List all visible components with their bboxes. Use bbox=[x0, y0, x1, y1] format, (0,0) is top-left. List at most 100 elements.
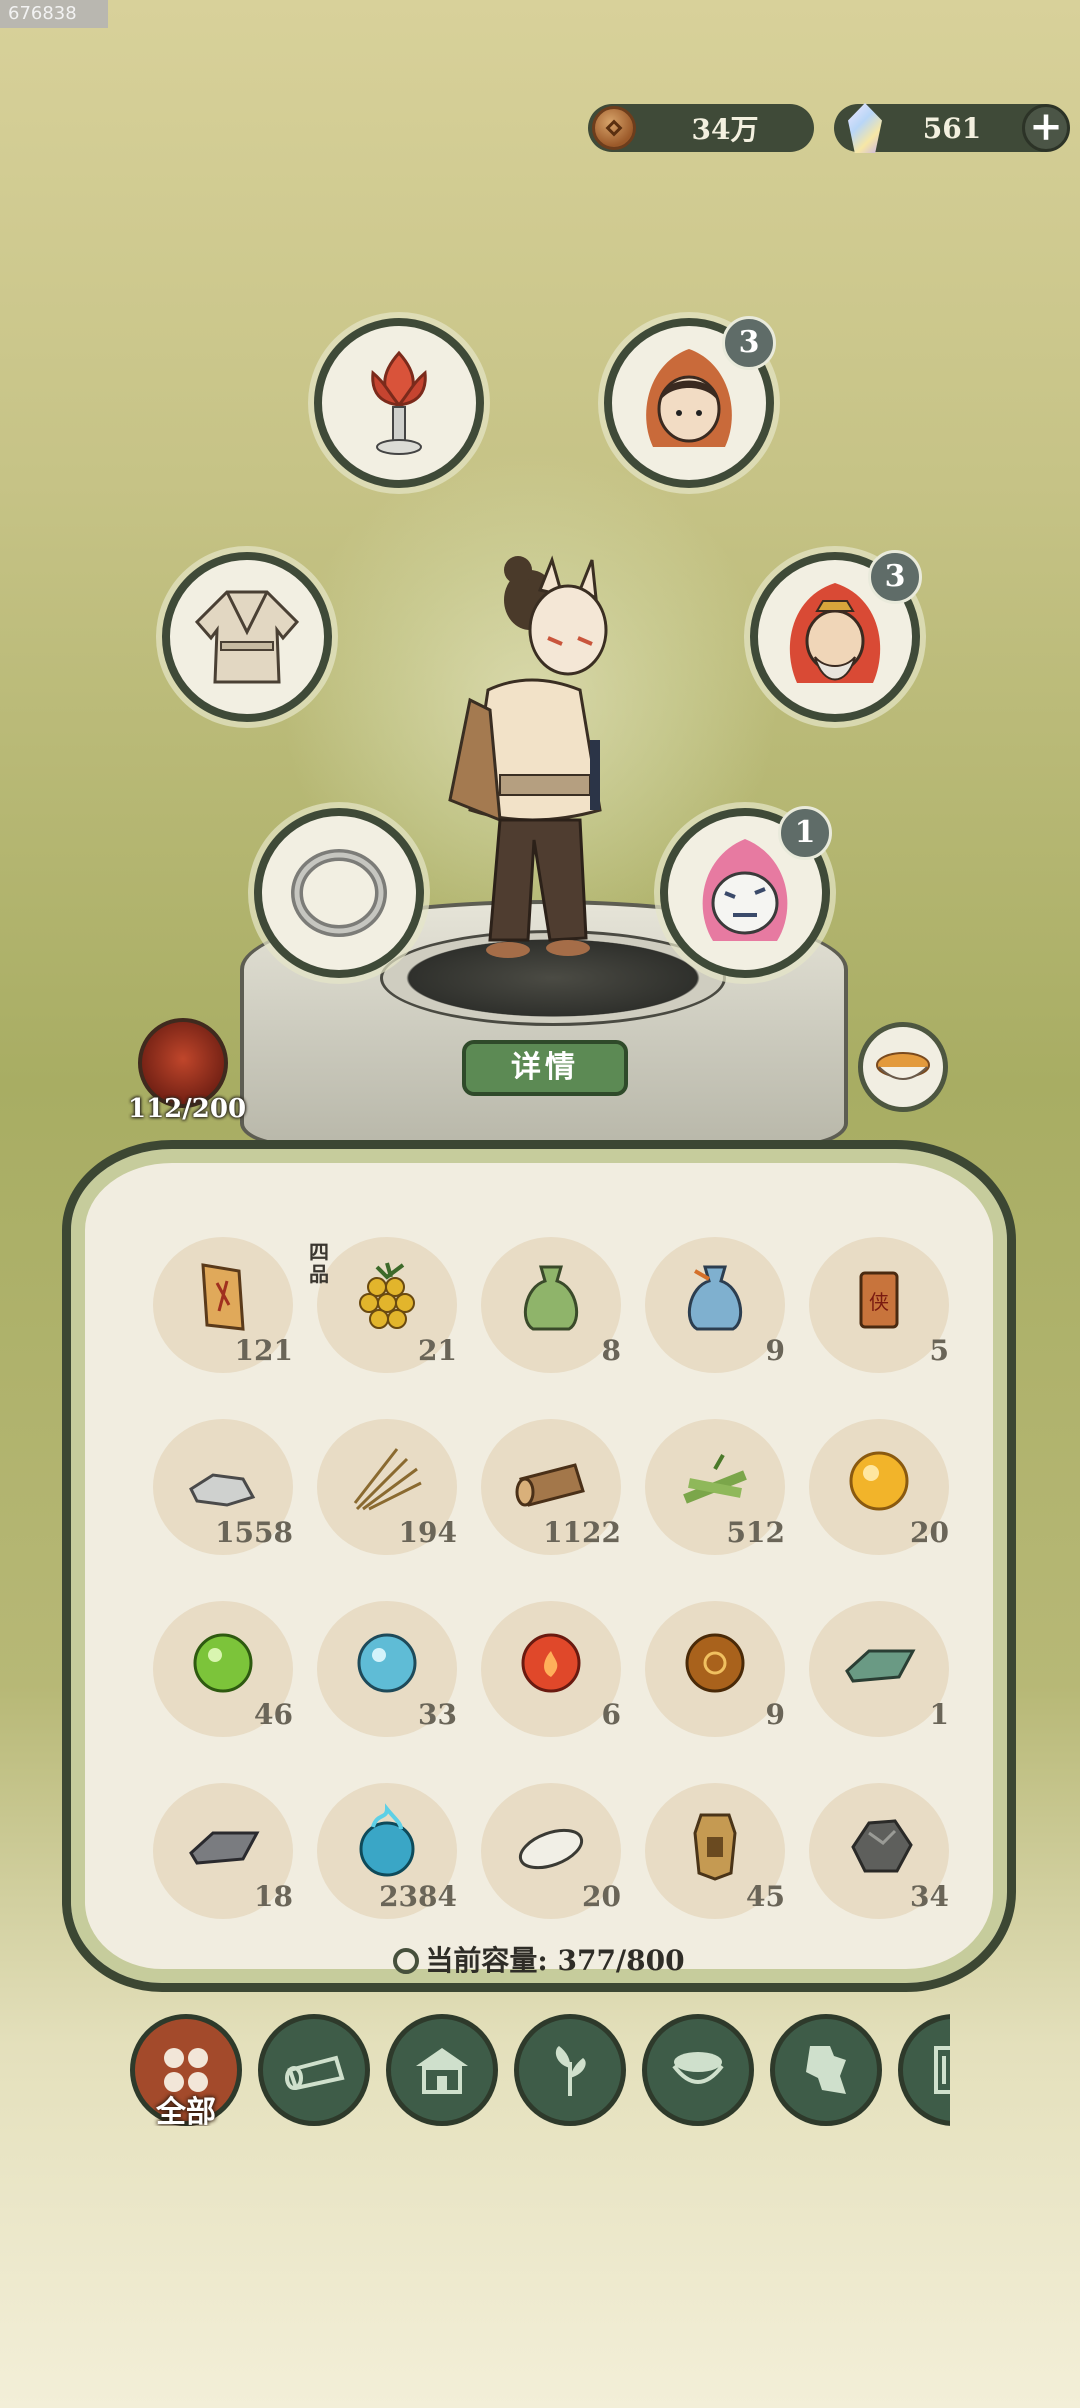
detail-button[interactable]: 详情 bbox=[462, 1040, 628, 1096]
inventory-slot[interactable]: 512 bbox=[645, 1419, 785, 1555]
item-qty: 9 bbox=[765, 1698, 785, 1731]
green-orb-icon bbox=[193, 1633, 253, 1693]
inventory-slot[interactable]: 四品 21 bbox=[309, 1237, 457, 1373]
inventory-slot[interactable]: 侠 5 bbox=[809, 1237, 949, 1373]
item-qty: 45 bbox=[746, 1880, 785, 1913]
item-qty: 8 bbox=[601, 1334, 621, 1367]
puzzle-tab-icon bbox=[806, 2046, 846, 2094]
food-bowl-icon bbox=[876, 1052, 930, 1080]
tab-herbs[interactable] bbox=[514, 2014, 626, 2126]
item-qty: 46 bbox=[254, 1698, 293, 1731]
inventory-slot[interactable]: 20 bbox=[481, 1783, 621, 1919]
item-qty: 33 bbox=[418, 1698, 457, 1731]
item-qty: 1 bbox=[929, 1698, 949, 1731]
white-stone-icon bbox=[518, 1828, 584, 1870]
bowl-tab-icon bbox=[672, 2052, 724, 2084]
inventory-slot[interactable]: 8 bbox=[481, 1237, 621, 1373]
coin-value: 34万 bbox=[691, 113, 759, 146]
brown-orb-icon bbox=[685, 1633, 745, 1693]
item-grade: 四品 bbox=[309, 1240, 329, 1286]
coin-icon bbox=[592, 106, 636, 150]
plus-icon[interactable]: + bbox=[1022, 104, 1070, 152]
grape-icon bbox=[359, 1262, 415, 1329]
house-tab-icon bbox=[416, 2048, 468, 2094]
ore-icon bbox=[851, 1819, 913, 1873]
plaque-icon bbox=[693, 1813, 737, 1881]
gem-value: 561 bbox=[922, 111, 982, 145]
tab-food[interactable] bbox=[642, 2014, 754, 2126]
capacity-text: 当前容量: 377/800 bbox=[425, 1944, 685, 1977]
inventory-slot[interactable]: 194 bbox=[317, 1419, 457, 1555]
scroll-icon bbox=[201, 1263, 245, 1331]
inventory-slot[interactable]: 2384 bbox=[317, 1783, 457, 1919]
tab-materials[interactable] bbox=[258, 2014, 370, 2126]
tab-books[interactable] bbox=[898, 2014, 950, 2126]
slot-ring[interactable] bbox=[254, 808, 424, 978]
item-qty: 512 bbox=[726, 1516, 785, 1549]
item-qty: 21 bbox=[418, 1334, 457, 1367]
jade-ingot-icon bbox=[845, 1649, 916, 1683]
iron-ingot-icon bbox=[189, 1831, 260, 1865]
inventory-slot[interactable]: 6 bbox=[481, 1601, 621, 1737]
log-tab-icon bbox=[285, 2055, 345, 2090]
inventory-slot[interactable]: 45 bbox=[645, 1783, 785, 1919]
item-qty: 2384 bbox=[379, 1880, 457, 1913]
book-tab-icon bbox=[934, 2046, 950, 2094]
capacity-icon bbox=[393, 1948, 420, 1974]
bamboo-icon bbox=[683, 1454, 747, 1504]
tab-buildings[interactable] bbox=[386, 2014, 498, 2126]
inventory-slot[interactable]: 9 bbox=[645, 1601, 785, 1737]
log-icon bbox=[515, 1463, 585, 1507]
item-qty: 1122 bbox=[543, 1516, 621, 1549]
green-pouch-icon bbox=[523, 1265, 579, 1331]
svg-text:侠: 侠 bbox=[869, 1290, 889, 1314]
inventory-slot[interactable]: 121 bbox=[153, 1237, 293, 1373]
grass-icon bbox=[353, 1448, 422, 1511]
inventory-slot[interactable]: 9 bbox=[645, 1237, 785, 1373]
inventory-slot[interactable]: 46 bbox=[153, 1601, 293, 1737]
inventory-grid: 121 四品 21 8 9 侠 5 1558 194 1122 512 20 4… bbox=[153, 1237, 953, 1919]
red-orb-icon bbox=[521, 1633, 581, 1693]
slot-companion-girl[interactable]: 3 bbox=[604, 316, 776, 488]
item-qty: 6 bbox=[601, 1698, 621, 1731]
item-qty: 1558 bbox=[215, 1516, 293, 1549]
inventory-slot[interactable]: 34 bbox=[809, 1783, 949, 1919]
item-qty: 34 bbox=[910, 1880, 949, 1913]
stone-icon bbox=[189, 1473, 256, 1507]
lotus-lamp-icon bbox=[371, 350, 427, 455]
pet-count: 112/200 bbox=[128, 1094, 247, 1124]
category-tabs: 全部 bbox=[130, 2014, 950, 2126]
blue-orb-icon bbox=[357, 1633, 417, 1693]
item-qty: 9 bbox=[765, 1334, 785, 1367]
gem-icon bbox=[848, 103, 882, 153]
tab-fragments[interactable] bbox=[770, 2014, 882, 2126]
item-qty: 20 bbox=[582, 1880, 621, 1913]
tab-all[interactable]: 全部 bbox=[130, 2014, 242, 2126]
inventory-slot[interactable]: 20 bbox=[809, 1419, 949, 1555]
slot-white-tiger[interactable]: 1 bbox=[660, 806, 832, 978]
slot-lotus-lamp[interactable] bbox=[314, 318, 484, 488]
corner-id: 676838 bbox=[0, 0, 108, 28]
inventory-slot[interactable]: 33 bbox=[317, 1601, 457, 1737]
inventory-slot[interactable]: 1558 bbox=[153, 1419, 293, 1555]
token-icon: 侠 bbox=[859, 1271, 899, 1329]
girl-badge: 3 bbox=[722, 316, 776, 370]
slot-companion-elder[interactable]: 3 bbox=[750, 550, 922, 722]
coin-counter: 34万 bbox=[588, 104, 814, 152]
inventory-slot[interactable]: 1122 bbox=[481, 1419, 621, 1555]
inventory-slot[interactable]: 1 bbox=[809, 1601, 949, 1737]
item-qty: 18 bbox=[254, 1880, 293, 1913]
item-qty: 194 bbox=[398, 1516, 457, 1549]
item-qty: 5 bbox=[929, 1334, 949, 1367]
item-qty: 20 bbox=[910, 1516, 949, 1549]
inventory-slot[interactable]: 18 bbox=[153, 1783, 293, 1919]
herb-tab-icon bbox=[555, 2046, 586, 2096]
elder-badge: 3 bbox=[868, 550, 922, 604]
gem-counter: 561 + bbox=[834, 103, 1070, 153]
slot-robe[interactable] bbox=[162, 552, 332, 722]
inventory-panel: 121 四品 21 8 9 侠 5 1558 194 1122 512 20 4… bbox=[62, 1140, 1016, 1992]
ring-icon bbox=[291, 849, 387, 937]
food-button[interactable] bbox=[858, 1022, 948, 1112]
character-figure[interactable] bbox=[430, 540, 630, 980]
spirit-flame-icon bbox=[359, 1803, 415, 1877]
